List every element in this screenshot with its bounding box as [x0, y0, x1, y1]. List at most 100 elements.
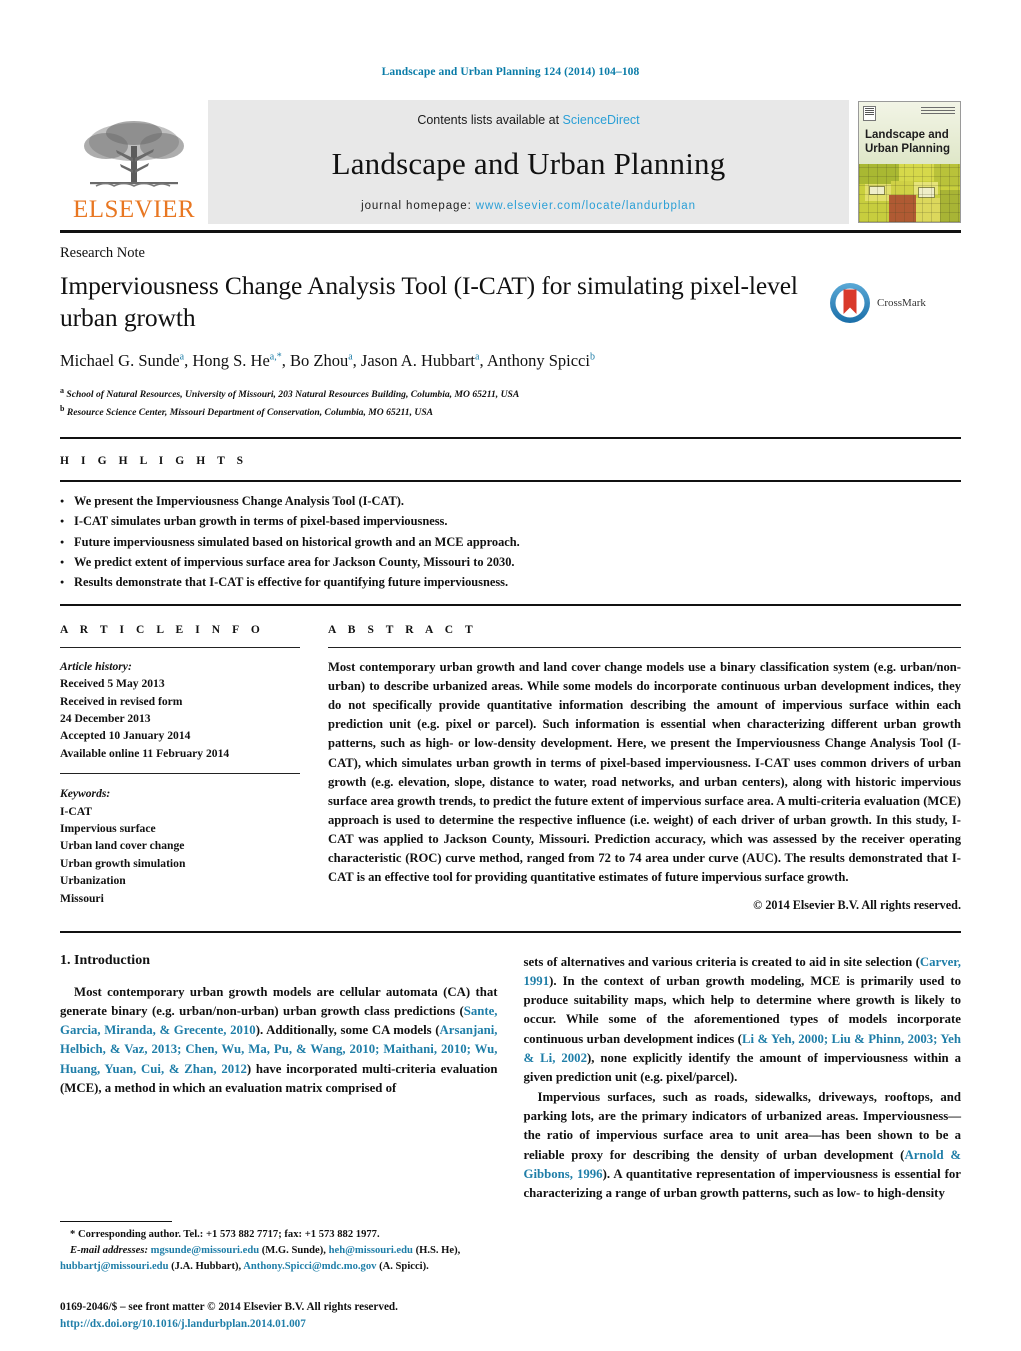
elsevier-wordmark: ELSEVIER	[72, 196, 196, 223]
highlights-list: We present the Imperviousness Change Ana…	[60, 491, 961, 592]
info-abstract-block: A R T I C L E I N F O Article history: Re…	[60, 624, 961, 913]
keyword-item: Urban land cover change	[60, 839, 185, 853]
intro-left-text-a: Most contemporary urban growth models ar…	[60, 984, 498, 1018]
abstract-column: A B S T R A C T Most contemporary urban …	[328, 624, 961, 913]
author-affiliation-mark: a	[475, 351, 480, 363]
highlight-item: Results demonstrate that I-CAT is effect…	[60, 572, 961, 592]
elsevier-tree-icon	[84, 121, 184, 187]
body-column-left: 1. Introduction Most contemporary urban …	[60, 953, 498, 1204]
highlight-item: Future imperviousness simulated based on…	[60, 532, 961, 552]
author-name: Hong S. He	[192, 351, 270, 371]
author-affiliation-mark: a,*	[269, 351, 282, 363]
article-info-column: A R T I C L E I N F O Article history: Re…	[60, 624, 328, 913]
abstract-copyright: © 2014 Elsevier B.V. All rights reserved…	[753, 897, 961, 912]
journal-homepage-line: journal homepage: www.elsevier.com/locat…	[361, 200, 696, 212]
affiliation-list: a School of Natural Resources, Universit…	[60, 385, 961, 421]
author-affiliation-mark: b	[589, 351, 595, 363]
email-owner: (A. Spicci)	[376, 1260, 427, 1272]
keyword-item: I-CAT	[60, 804, 92, 818]
elsevier-logo: ELSEVIER	[60, 100, 208, 224]
imprint-block: 0169-2046/$ – see front matter © 2014 El…	[60, 1299, 520, 1333]
email-label: E-mail addresses:	[70, 1244, 148, 1256]
article-history-entry: Available online 11 February 2014	[60, 746, 230, 760]
affiliation: b Resource Science Center, Missouri Depa…	[60, 404, 434, 419]
intro-paragraph-right-2: Impervious surfaces, such as roads, side…	[524, 1088, 962, 1204]
keyword-item: Urban growth simulation	[60, 856, 186, 870]
homepage-prefix: journal homepage:	[361, 200, 476, 212]
author-affiliation-mark: a	[179, 351, 185, 363]
abstract-divider	[60, 930, 961, 933]
email-addresses-note: E-mail addresses: mgsunde@missouri.edu (…	[60, 1243, 492, 1275]
author-name: Michael G. Sunde	[60, 351, 180, 371]
keywords-label: Keywords:	[60, 787, 111, 801]
intro-paragraph-left: Most contemporary urban growth models ar…	[60, 983, 498, 1099]
author-affiliation-mark: a	[348, 351, 353, 363]
doi-link[interactable]: http://dx.doi.org/10.1016/j.landurbplan.…	[60, 1316, 520, 1333]
email-link[interactable]: hubbartj@missouri.edu	[60, 1261, 168, 1272]
article-info-heading: A R T I C L E I N F O	[60, 623, 265, 636]
article-history-label: Article history:	[60, 659, 132, 673]
email-link[interactable]: Anthony.Spicci@mdc.mo.gov	[243, 1261, 376, 1272]
highlight-item: I-CAT simulates urban growth in terms of…	[60, 511, 961, 531]
article-history-entry: Received 5 May 2013	[60, 677, 165, 691]
keyword-item: Missouri	[60, 891, 104, 905]
highlights-divider	[60, 603, 961, 606]
article-history-entry: Received in revised form	[60, 694, 183, 708]
article-history: Article history: Received 5 May 2013 Recei…	[60, 658, 300, 762]
keywords-block: Keywords: I-CAT Impervious surface Urban la…	[60, 785, 300, 907]
journal-cover-block: Landscape and Urban Planning	[849, 100, 961, 224]
email-link[interactable]: heh@missouri.edu	[329, 1245, 413, 1256]
sciencedirect-link[interactable]: ScienceDirect	[563, 113, 640, 127]
affiliation-divider	[60, 437, 961, 440]
highlight-item: We present the Imperviousness Change Ana…	[60, 491, 961, 511]
intro-paragraph-right-1: sets of alternatives and various criteri…	[524, 953, 962, 1088]
author-list: Michael G. Sundea, Hong S. Hea,*, Bo Zho…	[60, 351, 595, 371]
masthead-divider	[60, 230, 961, 233]
corresponding-author-text: * Corresponding author. Tel.: +1 573 882…	[70, 1228, 380, 1240]
cover-top-panel: Landscape and Urban Planning	[859, 102, 960, 165]
journal-title: Landscape and Urban Planning	[331, 145, 726, 181]
cover-title-line-2: Urban Planning	[865, 143, 950, 156]
cover-journal-title: Landscape and Urban Planning	[865, 128, 956, 156]
email-owner: (J.A. Hubbart)	[168, 1260, 239, 1272]
cover-title-line-1: Landscape and	[865, 129, 949, 141]
abstract-text: Most contemporary urban growth and land …	[328, 659, 961, 885]
intro-right2-text-a: Impervious surfaces, such as roads, side…	[523, 1089, 962, 1162]
article-type: Research Note	[60, 245, 145, 261]
imprint-line: 0169-2046/$ – see front matter © 2014 El…	[60, 1301, 398, 1314]
journal-cover-thumbnail: Landscape and Urban Planning	[858, 101, 961, 223]
body-column-right: sets of alternatives and various criteri…	[524, 953, 962, 1204]
crossmark-label: CrossMark	[877, 297, 926, 309]
article-history-entry: Accepted 10 January 2014	[60, 729, 191, 743]
title-row: Imperviousness Change Analysis Tool (I-C…	[60, 270, 961, 371]
email-owner: (H.S. He)	[412, 1244, 458, 1256]
homepage-url-link[interactable]: www.elsevier.com/locate/landurbplan	[476, 200, 696, 212]
author-name: Anthony Spicci	[486, 351, 590, 371]
abstract-heading: A B S T R A C T	[328, 623, 478, 636]
section-title-introduction: 1. Introduction	[60, 952, 150, 968]
intro-left-text-b: ). Additionally, some CA models (	[255, 1023, 440, 1038]
contents-prefix: Contents lists available at	[417, 113, 563, 127]
highlights-section: H I G H L I G H T S We present the Imper…	[60, 455, 961, 592]
running-head: Landscape and Urban Planning 124 (2014) …	[381, 66, 640, 78]
corresponding-author-note: * Corresponding author. Tel.: +1 573 882…	[60, 1227, 492, 1243]
email-owner: (M.G. Sunde)	[259, 1244, 324, 1256]
cover-elsevier-icon	[863, 106, 876, 121]
affiliation-mark: b	[60, 404, 65, 414]
masthead-center: Contents lists available at ScienceDirec…	[208, 100, 849, 224]
journal-masthead: ELSEVIER Contents lists available at Sci…	[60, 100, 961, 224]
intro-right-text-a: sets of alternatives and various criteri…	[523, 954, 920, 969]
crossmark-badge[interactable]: CrossMark	[829, 282, 961, 324]
affiliation-mark: a	[60, 386, 64, 396]
cover-aerial-map-image	[859, 164, 960, 222]
author-name: Jason A. Hubbart	[360, 351, 476, 371]
body-columns: 1. Introduction Most contemporary urban …	[60, 953, 961, 1204]
contents-available-line: Contents lists available at ScienceDirec…	[417, 113, 639, 127]
cover-issue-text	[921, 107, 955, 116]
author-name: Bo Zhou	[289, 351, 349, 371]
page-title: Imperviousness Change Analysis Tool (I-C…	[60, 271, 798, 333]
keyword-item: Impervious surface	[60, 821, 156, 835]
affiliation: a School of Natural Resources, Universit…	[60, 386, 520, 401]
email-link[interactable]: mgsunde@missouri.edu	[151, 1245, 259, 1256]
intro-right-text-c: ), none explicitly identify the amount o…	[523, 1051, 961, 1085]
